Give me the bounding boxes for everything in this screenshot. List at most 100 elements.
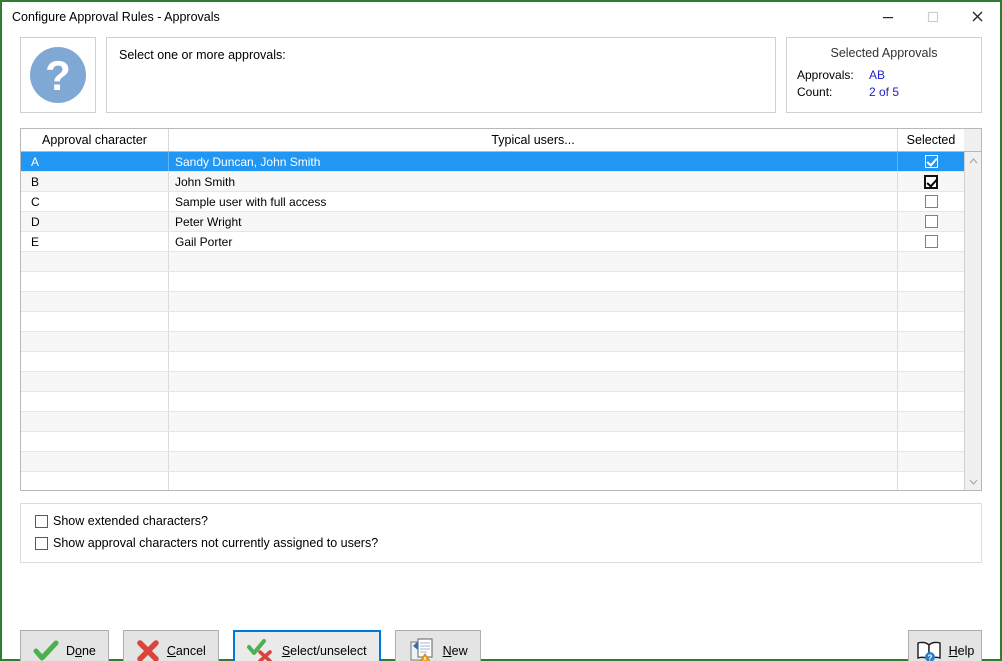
red-cross-icon bbox=[136, 640, 160, 661]
scrollbar-track[interactable] bbox=[965, 169, 981, 473]
table-row[interactable] bbox=[21, 472, 964, 490]
table-row[interactable] bbox=[21, 452, 964, 472]
cell-selected bbox=[898, 292, 964, 311]
cell-selected bbox=[898, 352, 964, 371]
column-header-selected[interactable]: Selected bbox=[898, 129, 964, 151]
cell-typical-users bbox=[169, 432, 898, 451]
minimize-button[interactable] bbox=[865, 2, 910, 31]
window-controls bbox=[865, 2, 1000, 31]
select-unselect-button-label: Select/unselect bbox=[282, 644, 367, 658]
table-row[interactable]: CSample user with full access bbox=[21, 192, 964, 212]
count-row: Count: 2 of 5 bbox=[797, 85, 971, 99]
cell-selected bbox=[898, 372, 964, 391]
cell-typical-users: Sample user with full access bbox=[169, 192, 898, 211]
table-row[interactable] bbox=[21, 352, 964, 372]
count-value: 2 of 5 bbox=[869, 85, 899, 99]
cell-approval-character: E bbox=[21, 232, 169, 251]
cell-approval-character bbox=[21, 292, 169, 311]
table-row[interactable] bbox=[21, 252, 964, 272]
green-check-icon bbox=[33, 640, 59, 661]
close-icon bbox=[970, 9, 985, 24]
cell-selected bbox=[898, 252, 964, 271]
help-button[interactable]: ? Help bbox=[908, 630, 982, 661]
column-header-approval-character[interactable]: Approval character bbox=[21, 129, 169, 151]
selected-approvals-panel: Selected Approvals Approvals: AB Count: … bbox=[786, 37, 982, 113]
svg-text:?: ? bbox=[927, 654, 932, 661]
title-bar: Configure Approval Rules - Approvals bbox=[2, 2, 1000, 31]
cell-approval-character bbox=[21, 452, 169, 471]
column-header-typical-users[interactable]: Typical users... bbox=[169, 129, 898, 151]
cell-selected bbox=[898, 212, 964, 231]
table-row[interactable]: ASandy Duncan, John Smith bbox=[21, 152, 964, 172]
table-row[interactable] bbox=[21, 412, 964, 432]
row-selected-checkbox[interactable] bbox=[925, 235, 938, 248]
table-row[interactable] bbox=[21, 272, 964, 292]
cell-approval-character bbox=[21, 392, 169, 411]
approvals-value: AB bbox=[869, 68, 885, 82]
select-unselect-button[interactable]: Select/unselect bbox=[233, 630, 381, 661]
grid-rows-container[interactable]: ASandy Duncan, John SmithBJohn SmithCSam… bbox=[21, 152, 964, 490]
close-button[interactable] bbox=[955, 2, 1000, 31]
cell-typical-users bbox=[169, 312, 898, 331]
grid-vertical-scrollbar[interactable] bbox=[964, 152, 981, 490]
cell-typical-users bbox=[169, 412, 898, 431]
table-row[interactable] bbox=[21, 372, 964, 392]
new-button-label: New bbox=[443, 644, 468, 658]
help-book-icon: ? bbox=[916, 640, 942, 661]
maximize-button[interactable] bbox=[910, 2, 955, 31]
cell-selected bbox=[898, 432, 964, 451]
cancel-button[interactable]: Cancel bbox=[123, 630, 219, 661]
new-button[interactable]: New bbox=[395, 630, 481, 661]
check-and-cross-icon bbox=[247, 639, 275, 661]
maximize-icon bbox=[926, 10, 940, 24]
dialog-content: ? Select one or more approvals: Selected… bbox=[2, 31, 1000, 659]
scroll-up-button[interactable] bbox=[965, 152, 981, 169]
cell-selected bbox=[898, 452, 964, 471]
table-row[interactable] bbox=[21, 312, 964, 332]
row-selected-checkbox[interactable] bbox=[925, 195, 938, 208]
row-selected-checkbox[interactable] bbox=[924, 175, 938, 189]
cell-approval-character: D bbox=[21, 212, 169, 231]
cell-approval-character: B bbox=[21, 172, 169, 191]
cancel-button-label: Cancel bbox=[167, 644, 206, 658]
row-selected-checkbox[interactable] bbox=[925, 215, 938, 228]
scroll-down-button[interactable] bbox=[965, 473, 981, 490]
table-row[interactable] bbox=[21, 432, 964, 452]
dialog-window: Configure Approval Rules - Approvals bbox=[0, 0, 1002, 661]
cell-selected bbox=[898, 172, 964, 191]
cell-approval-character bbox=[21, 372, 169, 391]
chevron-down-icon bbox=[969, 479, 978, 485]
grid-body: ASandy Duncan, John SmithBJohn SmithCSam… bbox=[21, 152, 981, 490]
cell-selected bbox=[898, 332, 964, 351]
count-label: Count: bbox=[797, 85, 869, 99]
option-row-extended[interactable]: Show extended characters? bbox=[35, 514, 967, 528]
table-row[interactable] bbox=[21, 392, 964, 412]
cell-approval-character bbox=[21, 432, 169, 451]
selected-approvals-title: Selected Approvals bbox=[797, 46, 971, 60]
cell-approval-character bbox=[21, 312, 169, 331]
show-unassigned-characters-checkbox[interactable] bbox=[35, 537, 48, 550]
prompt-text: Select one or more approvals: bbox=[119, 48, 763, 62]
cell-typical-users bbox=[169, 392, 898, 411]
button-bar: Done Cancel Select/unselect bbox=[20, 628, 982, 661]
row-selected-checkbox[interactable] bbox=[925, 155, 938, 168]
cell-approval-character bbox=[21, 472, 169, 490]
info-icon-container: ? bbox=[20, 37, 96, 113]
cell-selected bbox=[898, 412, 964, 431]
cell-typical-users bbox=[169, 352, 898, 371]
table-row[interactable]: DPeter Wright bbox=[21, 212, 964, 232]
cell-typical-users: John Smith bbox=[169, 172, 898, 191]
info-row: ? Select one or more approvals: Selected… bbox=[20, 37, 982, 117]
table-row[interactable] bbox=[21, 292, 964, 312]
option-row-unassigned[interactable]: Show approval characters not currently a… bbox=[35, 536, 967, 550]
table-row[interactable] bbox=[21, 332, 964, 352]
cell-approval-character: C bbox=[21, 192, 169, 211]
cell-typical-users bbox=[169, 292, 898, 311]
cell-approval-character bbox=[21, 252, 169, 271]
show-extended-characters-checkbox[interactable] bbox=[35, 515, 48, 528]
table-row[interactable]: BJohn Smith bbox=[21, 172, 964, 192]
cell-selected bbox=[898, 312, 964, 331]
table-row[interactable]: EGail Porter bbox=[21, 232, 964, 252]
cell-typical-users bbox=[169, 272, 898, 291]
done-button[interactable]: Done bbox=[20, 630, 109, 661]
